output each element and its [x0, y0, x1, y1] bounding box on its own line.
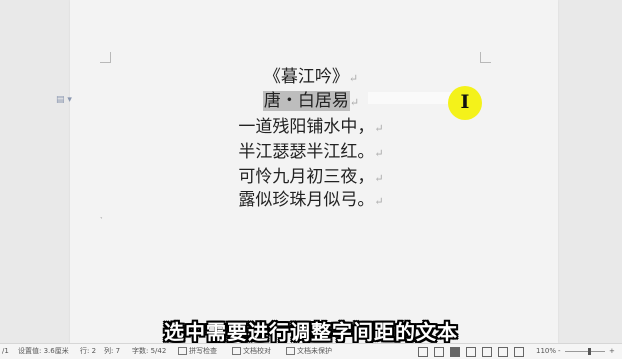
paragraph-mark: ↵ — [348, 72, 359, 85]
zoom-in-button[interactable]: + — [609, 344, 615, 359]
read-view-icon[interactable] — [498, 347, 508, 357]
status-column[interactable]: 列: 7 — [104, 344, 120, 359]
zoom-level[interactable]: 110% — [536, 344, 556, 359]
margin-corner-top-left — [100, 52, 111, 63]
poem-author[interactable]: 唐・白居易↵ — [0, 90, 622, 114]
doc-proof-label: 文档校对 — [243, 347, 271, 355]
editor-canvas: ▤ ▾ 《暮江吟》↵ 唐・白居易↵ 一道残阳铺水中，↵ 半江瑟瑟半江红。↵ 可怜… — [0, 0, 622, 343]
print-layout-icon[interactable] — [466, 347, 476, 357]
paragraph-mark: ↵ — [374, 122, 384, 135]
poem-line-text: 一道残阳铺水中， — [238, 117, 375, 137]
text-cursor-highlight: I — [448, 86, 482, 120]
empty-paragraph-mark: ˯ — [100, 210, 103, 219]
eye-view-icon[interactable] — [418, 347, 428, 357]
faded-toolbar-hint — [368, 92, 454, 104]
paragraph-mark: ↵ — [374, 172, 384, 185]
poem-line-text: 可怜九月初三夜， — [238, 167, 375, 187]
spellcheck-button[interactable]: 拼写检查 — [178, 344, 217, 359]
paragraph-mark: ↵ — [374, 195, 384, 208]
status-bar: /1 设置值: 3.6厘米 行: 2 列: 7 字数: 5/42 拼写检查 文档… — [0, 343, 622, 359]
poem-title[interactable]: 《暮江吟》↵ — [0, 66, 622, 90]
zoom-slider-handle[interactable] — [588, 348, 591, 355]
outline-view-icon[interactable] — [434, 347, 444, 357]
doc-protect-label: 文档未保护 — [297, 347, 332, 355]
poem-line-1[interactable]: 一道残阳铺水中，↵ — [0, 116, 622, 140]
poem-title-text: 《暮江吟》 — [263, 67, 349, 87]
poem-line-4[interactable]: 露似珍珠月似弓。↵ — [0, 189, 622, 213]
shield-icon — [286, 347, 295, 355]
margin-corner-top-right — [480, 52, 491, 63]
video-subtitle: 选中需要进行调整字间距的文本 — [164, 320, 458, 344]
selected-text: 唐・白居易 — [262, 91, 350, 111]
poem-line-2[interactable]: 半江瑟瑟半江红。↵ — [0, 141, 622, 165]
spellcheck-icon — [178, 347, 187, 355]
status-page[interactable]: /1 — [2, 344, 9, 359]
web-view-icon[interactable] — [482, 347, 492, 357]
status-wordcount[interactable]: 字数: 5/42 — [132, 344, 166, 359]
doc-proof-button[interactable]: 文档校对 — [232, 344, 271, 359]
paragraph-mark: ↵ — [374, 147, 384, 160]
i-beam-cursor-icon: I — [460, 91, 470, 113]
poem-line-text: 半江瑟瑟半江红。 — [238, 142, 375, 162]
paragraph-mark: ↵ — [349, 96, 360, 109]
fullscreen-icon[interactable] — [514, 347, 524, 357]
zoom-slider-track[interactable] — [565, 351, 605, 352]
zoom-out-button[interactable]: - — [558, 344, 561, 359]
page-view-icon[interactable] — [450, 347, 460, 357]
status-setting-value[interactable]: 设置值: 3.6厘米 — [18, 344, 69, 359]
poem-line-text: 露似珍珠月似弓。 — [238, 190, 375, 210]
doc-proof-icon — [232, 347, 241, 355]
spellcheck-label: 拼写检查 — [189, 347, 217, 355]
status-row[interactable]: 行: 2 — [80, 344, 96, 359]
doc-protect-button[interactable]: 文档未保护 — [286, 344, 332, 359]
poem-line-3[interactable]: 可怜九月初三夜，↵ — [0, 166, 622, 190]
